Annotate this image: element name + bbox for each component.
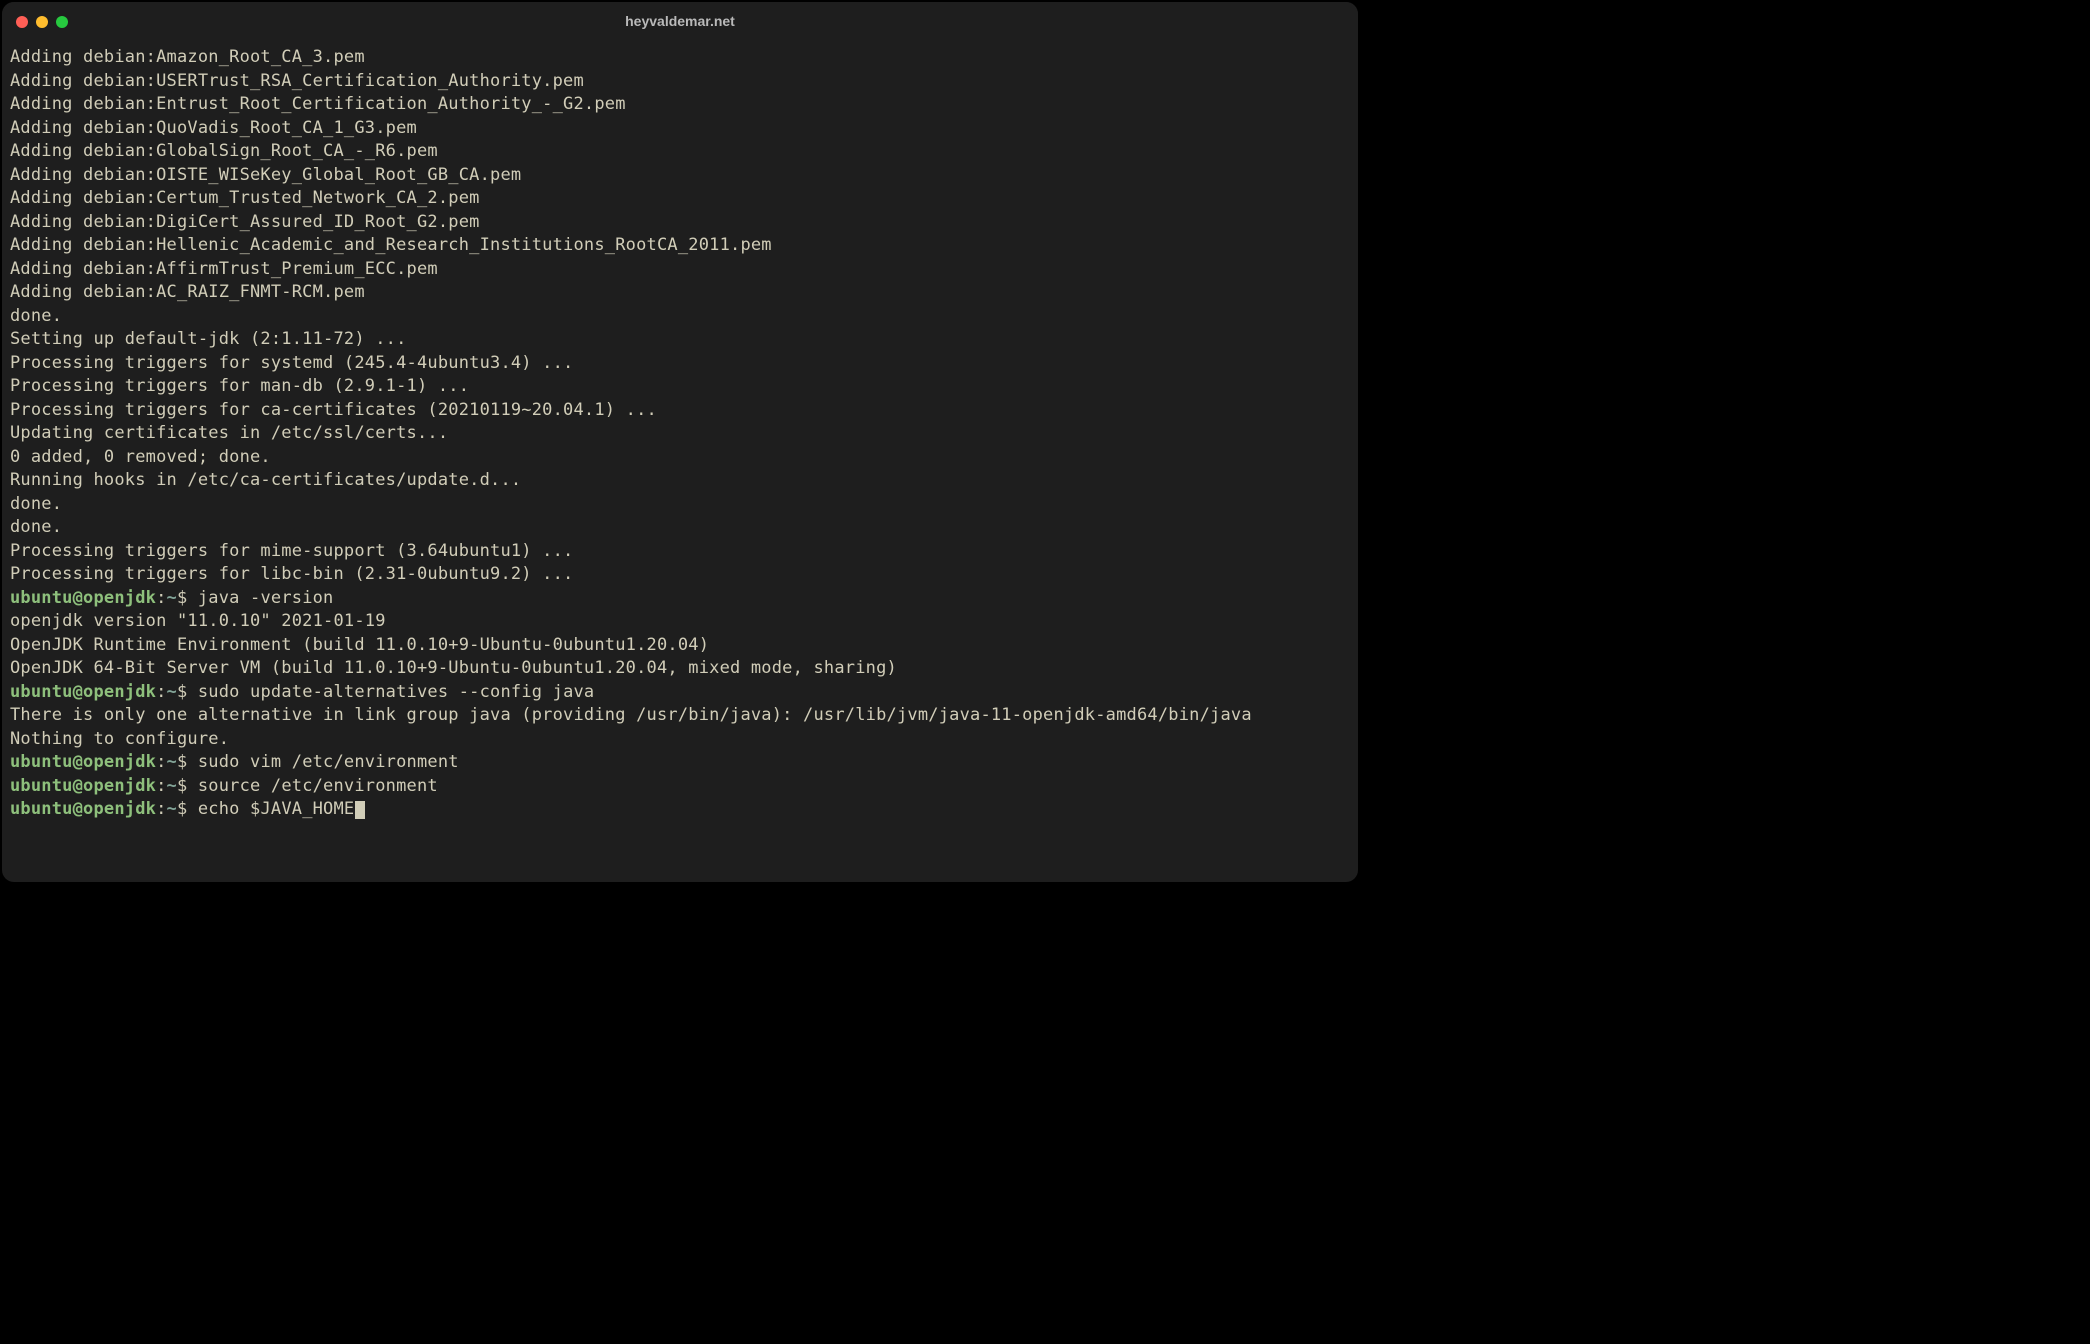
prompt-host: openjdk [83, 752, 156, 772]
prompt-user: ubuntu [10, 799, 73, 819]
prompt-symbol: $ [177, 588, 187, 608]
output-line: Processing triggers for systemd (245.4-4… [10, 352, 1350, 376]
output-line: Running hooks in /etc/ca-certificates/up… [10, 469, 1350, 493]
output-line: Adding debian:Entrust_Root_Certification… [10, 93, 1350, 117]
zoom-icon[interactable] [56, 16, 68, 28]
output-line: Updating certificates in /etc/ssl/certs.… [10, 422, 1350, 446]
output-line: Adding debian:AffirmTrust_Premium_ECC.pe… [10, 258, 1350, 282]
close-icon[interactable] [16, 16, 28, 28]
prompt-colon: : [156, 799, 166, 819]
window-title: heyvaldemar.net [2, 10, 1358, 34]
output-line: Adding debian:GlobalSign_Root_CA_-_R6.pe… [10, 140, 1350, 164]
output-line: Setting up default-jdk (2:1.11-72) ... [10, 328, 1350, 352]
prompt-host: openjdk [83, 799, 156, 819]
minimize-icon[interactable] [36, 16, 48, 28]
command-text: echo $JAVA_HOME [198, 799, 355, 819]
output-line: 0 added, 0 removed; done. [10, 446, 1350, 470]
prompt-at: @ [73, 752, 83, 772]
prompt-user: ubuntu [10, 588, 73, 608]
prompt-at: @ [73, 588, 83, 608]
command-text: sudo vim /etc/environment [198, 752, 459, 772]
output-line: Nothing to configure. [10, 728, 1350, 752]
output-line: Processing triggers for man-db (2.9.1-1)… [10, 375, 1350, 399]
prompt-host: openjdk [83, 776, 156, 796]
window-controls [16, 16, 68, 28]
command-text: sudo update-alternatives --config java [198, 682, 595, 702]
command-line: ubuntu@openjdk:~$ echo $JAVA_HOME [10, 798, 1350, 822]
output-line: Adding debian:Hellenic_Academic_and_Rese… [10, 234, 1350, 258]
prompt-host: openjdk [83, 682, 156, 702]
cursor [355, 801, 365, 819]
output-line: Adding debian:DigiCert_Assured_ID_Root_G… [10, 211, 1350, 235]
command-line: ubuntu@openjdk:~$ sudo update-alternativ… [10, 681, 1350, 705]
output-line: done. [10, 493, 1350, 517]
output-line: Processing triggers for mime-support (3.… [10, 540, 1350, 564]
prompt-at: @ [73, 682, 83, 702]
output-line: Adding debian:AC_RAIZ_FNMT-RCM.pem [10, 281, 1350, 305]
prompt-host: openjdk [83, 588, 156, 608]
prompt-user: ubuntu [10, 752, 73, 772]
prompt-symbol: $ [177, 752, 187, 772]
output-line: Adding debian:QuoVadis_Root_CA_1_G3.pem [10, 117, 1350, 141]
output-line: OpenJDK Runtime Environment (build 11.0.… [10, 634, 1350, 658]
output-line: Adding debian:USERTrust_RSA_Certificatio… [10, 70, 1350, 94]
command-line: ubuntu@openjdk:~$ java -version [10, 587, 1350, 611]
output-line: OpenJDK 64-Bit Server VM (build 11.0.10+… [10, 657, 1350, 681]
prompt-colon: : [156, 588, 166, 608]
titlebar: heyvaldemar.net [2, 2, 1358, 42]
prompt-colon: : [156, 752, 166, 772]
command-text: java -version [198, 588, 334, 608]
output-line: done. [10, 305, 1350, 329]
prompt-path: ~ [167, 588, 177, 608]
output-line: Adding debian:Amazon_Root_CA_3.pem [10, 46, 1350, 70]
command-text: source /etc/environment [198, 776, 438, 796]
command-line: ubuntu@openjdk:~$ sudo vim /etc/environm… [10, 751, 1350, 775]
prompt-path: ~ [167, 799, 177, 819]
prompt-symbol: $ [177, 799, 187, 819]
prompt-user: ubuntu [10, 682, 73, 702]
terminal-body[interactable]: Adding debian:Amazon_Root_CA_3.pemAdding… [2, 42, 1358, 830]
prompt-at: @ [73, 776, 83, 796]
output-line: Adding debian:Certum_Trusted_Network_CA_… [10, 187, 1350, 211]
prompt-symbol: $ [177, 776, 187, 796]
prompt-colon: : [156, 776, 166, 796]
terminal-window: heyvaldemar.net Adding debian:Amazon_Roo… [2, 2, 1358, 882]
output-line: There is only one alternative in link gr… [10, 704, 1350, 728]
prompt-path: ~ [167, 682, 177, 702]
output-line: Processing triggers for libc-bin (2.31-0… [10, 563, 1350, 587]
prompt-path: ~ [167, 752, 177, 772]
output-line: Processing triggers for ca-certificates … [10, 399, 1350, 423]
output-line: Adding debian:OISTE_WISeKey_Global_Root_… [10, 164, 1350, 188]
prompt-path: ~ [167, 776, 177, 796]
prompt-colon: : [156, 682, 166, 702]
command-line: ubuntu@openjdk:~$ source /etc/environmen… [10, 775, 1350, 799]
output-line: done. [10, 516, 1350, 540]
output-line: openjdk version "11.0.10" 2021-01-19 [10, 610, 1350, 634]
prompt-symbol: $ [177, 682, 187, 702]
prompt-at: @ [73, 799, 83, 819]
prompt-user: ubuntu [10, 776, 73, 796]
